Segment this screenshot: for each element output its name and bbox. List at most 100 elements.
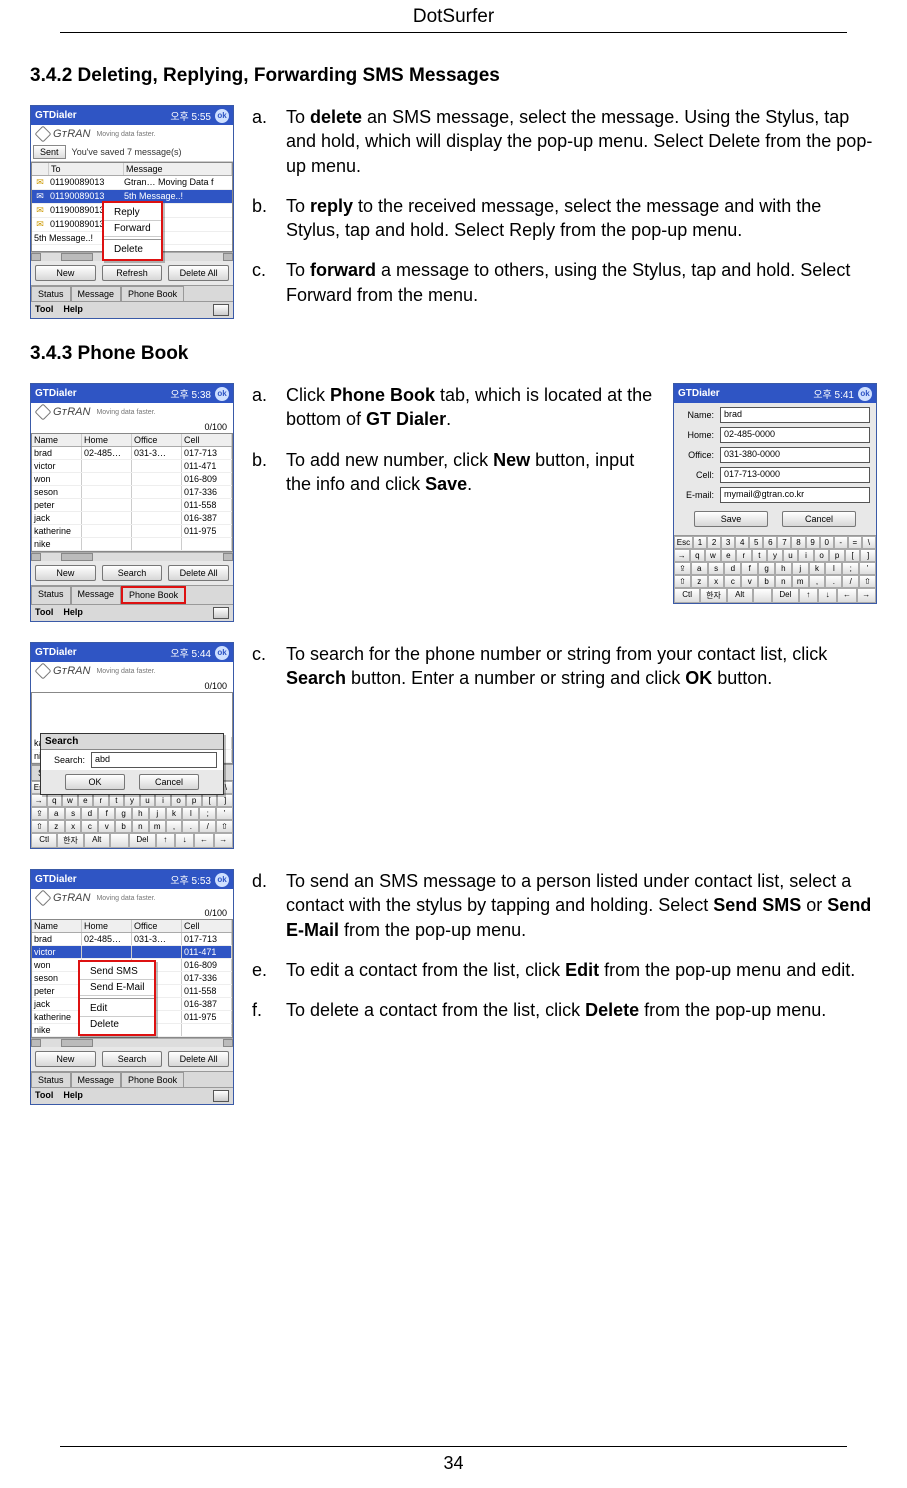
key[interactable]: ; — [199, 807, 216, 820]
key[interactable] — [753, 588, 772, 603]
key[interactable] — [110, 833, 129, 848]
ok-button[interactable]: ok — [215, 109, 229, 123]
table-row[interactable]: won016-809 — [32, 473, 232, 486]
key[interactable]: Ctl — [31, 833, 57, 848]
key[interactable]: Ctl — [674, 588, 700, 603]
key[interactable]: Esc — [674, 536, 693, 549]
ok-button[interactable]: ok — [215, 873, 229, 887]
key[interactable]: f — [741, 562, 758, 575]
key[interactable]: n — [775, 575, 792, 588]
key[interactable]: k — [166, 807, 183, 820]
key[interactable]: v — [98, 820, 115, 833]
key[interactable]: m — [149, 820, 166, 833]
key[interactable]: ' — [859, 562, 876, 575]
key[interactable]: - — [834, 536, 848, 549]
key[interactable]: s — [65, 807, 82, 820]
new-button[interactable]: New — [35, 265, 96, 281]
table-row[interactable]: nike — [32, 538, 232, 551]
menu-send-email[interactable]: Send E-Mail — [80, 980, 154, 996]
key[interactable]: d — [81, 807, 98, 820]
table-row[interactable]: katherine011-975 — [32, 525, 232, 538]
tab-phonebook[interactable]: Phone Book — [121, 586, 186, 604]
key[interactable]: x — [65, 820, 82, 833]
key[interactable]: / — [199, 820, 216, 833]
key[interactable]: p — [829, 549, 845, 562]
menu-tool[interactable]: Tool — [35, 304, 53, 316]
key[interactable]: a — [48, 807, 65, 820]
key[interactable]: y — [767, 549, 783, 562]
tab-status[interactable]: Status — [31, 286, 71, 301]
key[interactable]: c — [724, 575, 741, 588]
key[interactable]: ; — [842, 562, 859, 575]
menu-help[interactable]: Help — [63, 607, 83, 619]
key[interactable]: ⇪ — [31, 807, 48, 820]
key[interactable]: u — [140, 794, 156, 807]
key[interactable]: \ — [862, 536, 876, 549]
key[interactable]: g — [758, 562, 775, 575]
key[interactable]: ⇧ — [216, 820, 233, 833]
key[interactable]: . — [825, 575, 842, 588]
key[interactable]: n — [132, 820, 149, 833]
key[interactable]: z — [691, 575, 708, 588]
menu-reply[interactable]: Reply — [104, 205, 161, 221]
menu-help[interactable]: Help — [63, 304, 83, 316]
key[interactable]: → — [857, 588, 876, 603]
key[interactable]: 0 — [820, 536, 834, 549]
deleteall-button[interactable]: Delete All — [168, 565, 229, 581]
key[interactable]: 8 — [791, 536, 805, 549]
key[interactable]: o — [171, 794, 187, 807]
key[interactable]: 7 — [777, 536, 791, 549]
key[interactable]: b — [115, 820, 132, 833]
menu-delete[interactable]: Delete — [104, 242, 161, 257]
sent-dropdown[interactable]: Sent — [33, 145, 66, 159]
key[interactable]: 9 — [806, 536, 820, 549]
key[interactable]: q — [690, 549, 706, 562]
search-input[interactable]: abd — [91, 752, 217, 768]
key[interactable]: i — [798, 549, 814, 562]
key[interactable]: t — [752, 549, 768, 562]
key[interactable]: 한자 — [700, 588, 726, 603]
key[interactable]: 한자 — [57, 833, 83, 848]
key[interactable]: ' — [216, 807, 233, 820]
input-home[interactable]: 02-485-0000 — [720, 427, 870, 443]
key[interactable]: w — [705, 549, 721, 562]
key[interactable]: Alt — [727, 588, 753, 603]
table-row[interactable]: brad02-485…031-3…017-713 — [32, 447, 232, 460]
key[interactable]: ] — [217, 794, 233, 807]
key[interactable]: h — [775, 562, 792, 575]
key[interactable]: t — [109, 794, 125, 807]
input-cell[interactable]: 017-713-0000 — [720, 467, 870, 483]
dialog-cancel-button[interactable]: Cancel — [139, 774, 199, 790]
refresh-button[interactable]: Refresh — [102, 265, 163, 281]
key[interactable]: ⇧ — [31, 820, 48, 833]
key[interactable]: g — [115, 807, 132, 820]
key[interactable]: ⇧ — [859, 575, 876, 588]
key[interactable]: c — [81, 820, 98, 833]
key[interactable]: 4 — [735, 536, 749, 549]
key[interactable]: ↑ — [156, 833, 175, 848]
key[interactable]: y — [124, 794, 140, 807]
input-office[interactable]: 031-380-0000 — [720, 447, 870, 463]
tab-phonebook[interactable]: Phone Book — [121, 1072, 184, 1087]
search-button[interactable]: Search — [102, 1051, 163, 1067]
key[interactable]: b — [758, 575, 775, 588]
deleteall-button[interactable]: Delete All — [168, 1051, 229, 1067]
message-row[interactable]: ✉01190089013Gtran… Moving Data f — [32, 176, 232, 190]
menu-forward[interactable]: Forward — [104, 221, 161, 237]
key[interactable]: ↑ — [799, 588, 818, 603]
key[interactable]: r — [736, 549, 752, 562]
tab-status[interactable]: Status — [31, 586, 71, 604]
ok-button[interactable]: ok — [215, 387, 229, 401]
key[interactable]: 6 — [763, 536, 777, 549]
key[interactable]: 2 — [707, 536, 721, 549]
key[interactable]: → — [31, 794, 47, 807]
key[interactable]: ] — [860, 549, 876, 562]
input-email[interactable]: mymail@gtran.co.kr — [720, 487, 870, 503]
key[interactable]: r — [93, 794, 109, 807]
save-button[interactable]: Save — [694, 511, 768, 527]
new-button[interactable]: New — [35, 1051, 96, 1067]
key[interactable]: = — [848, 536, 862, 549]
key[interactable]: a — [691, 562, 708, 575]
key[interactable]: i — [155, 794, 171, 807]
table-row[interactable]: victor011-471 — [32, 946, 232, 959]
